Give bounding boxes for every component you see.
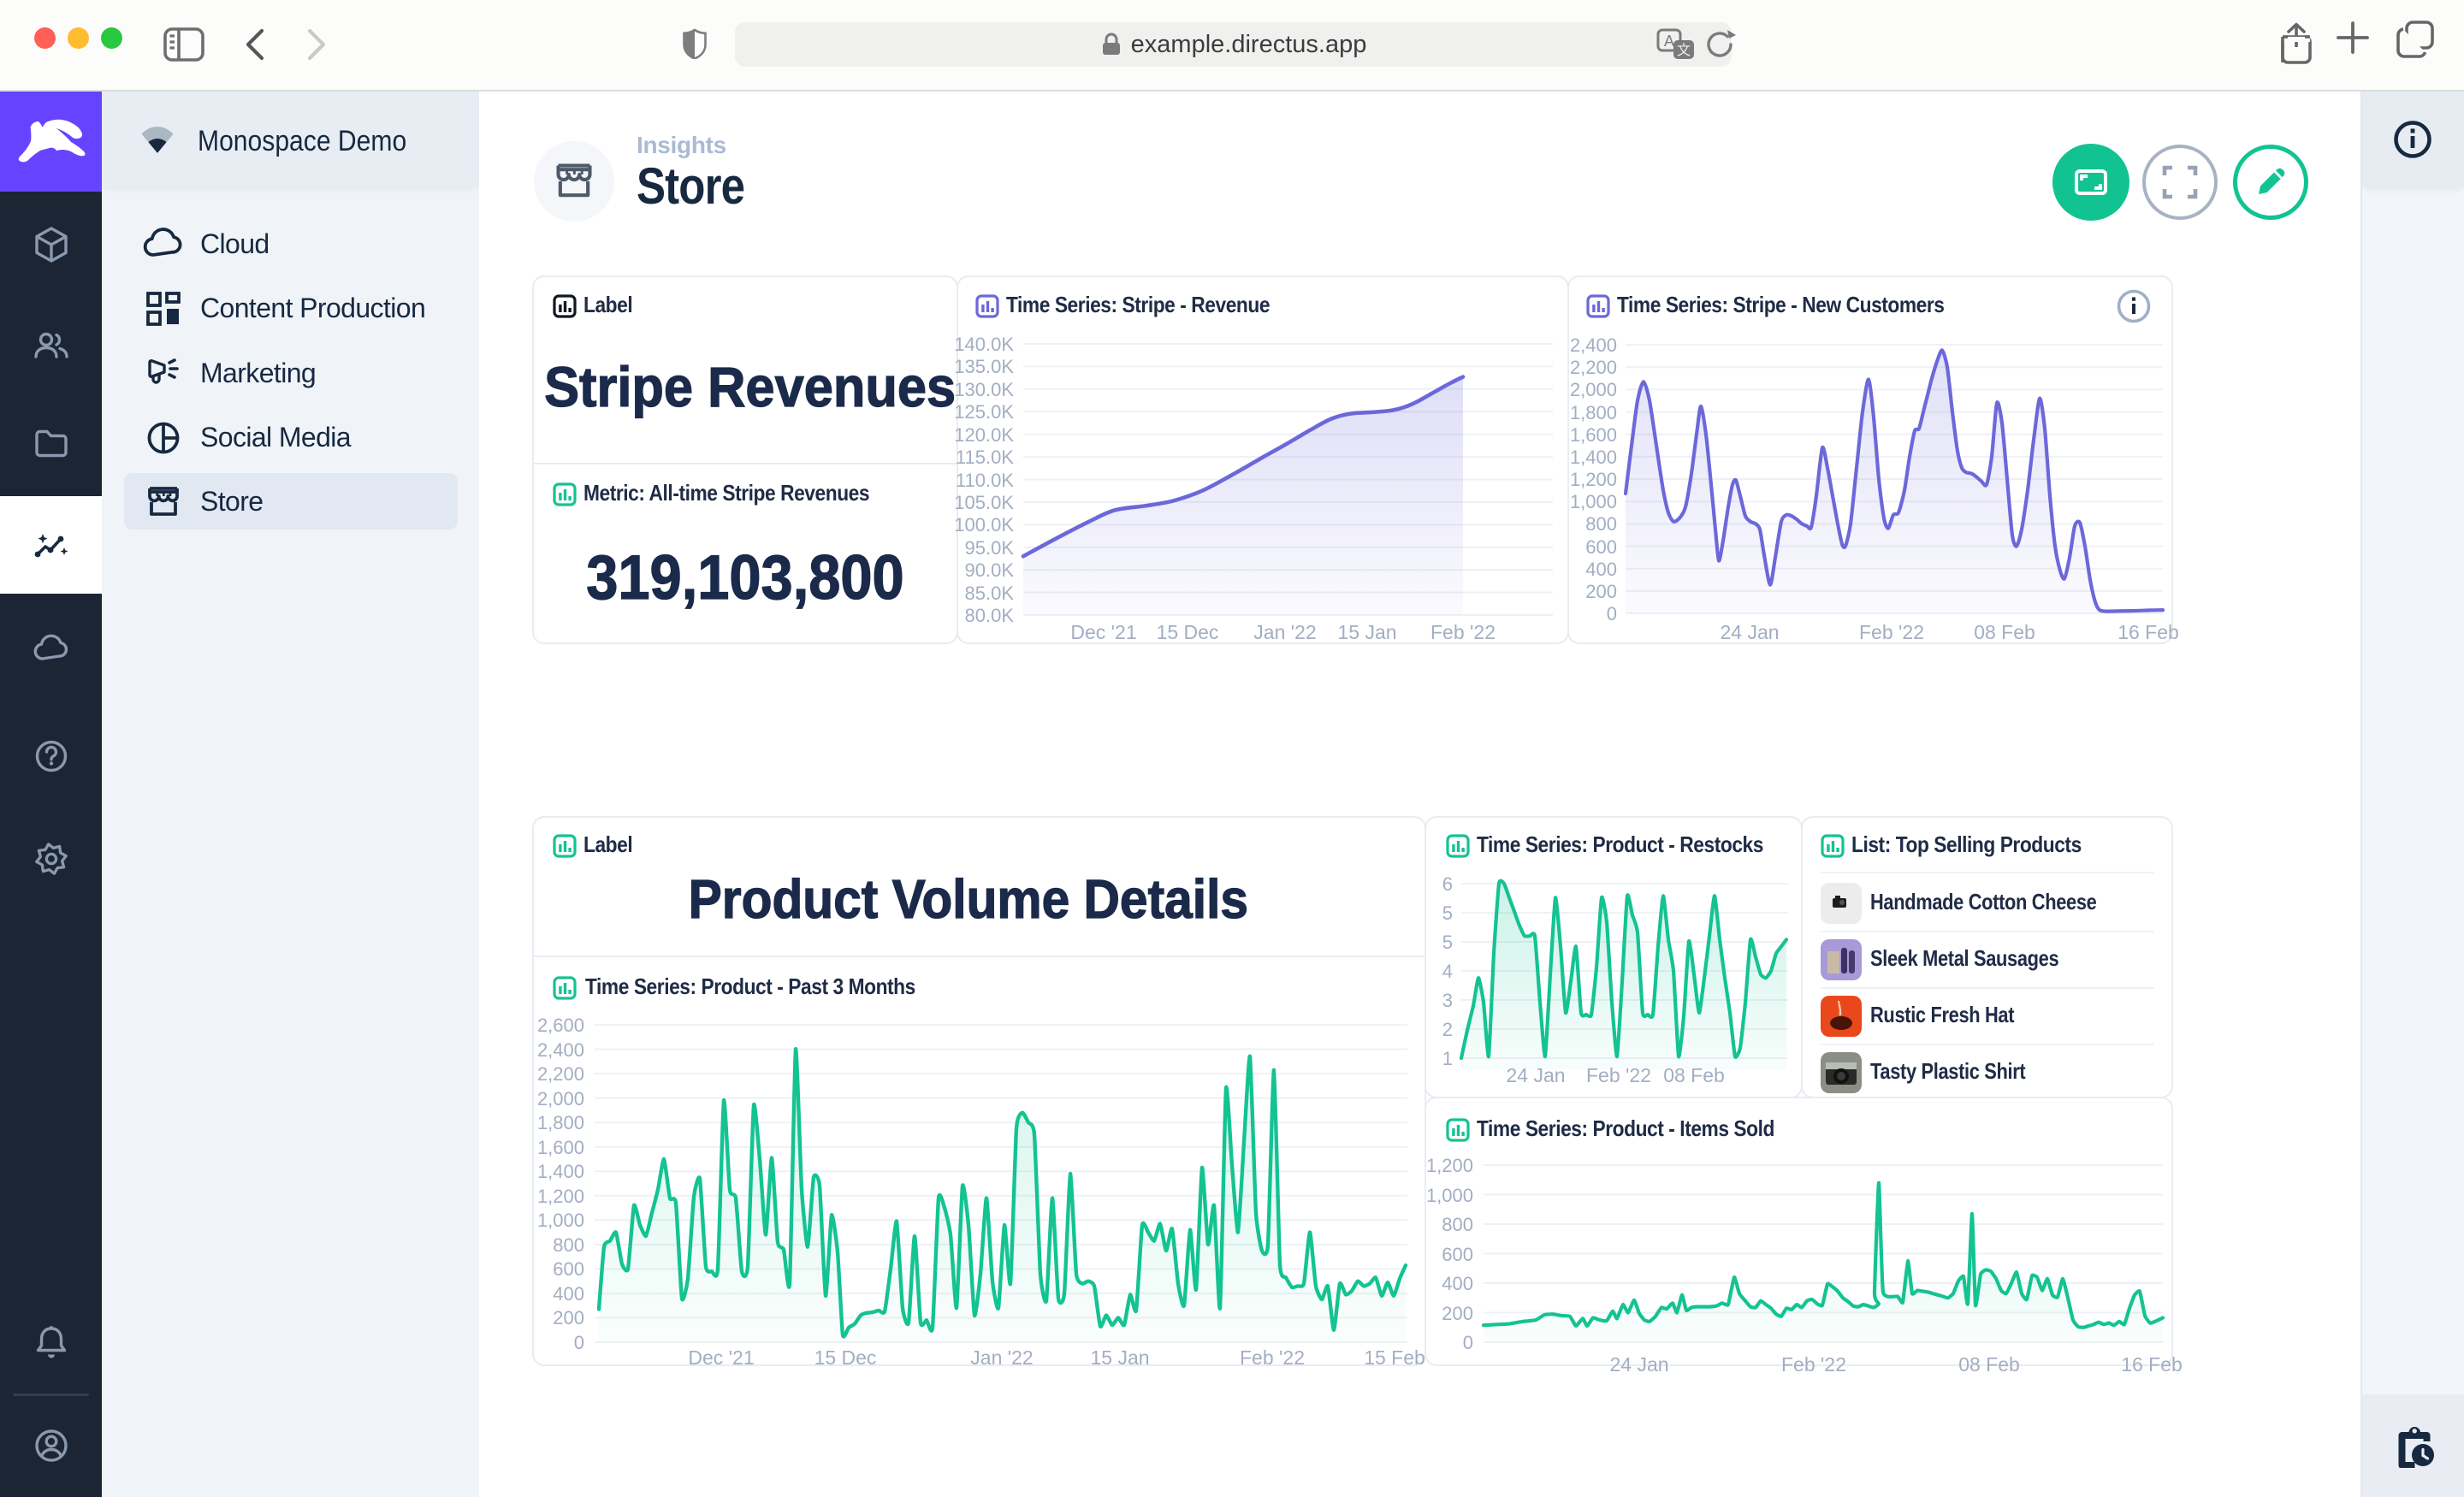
svg-text:A: A bbox=[1664, 33, 1674, 50]
svg-text:文: 文 bbox=[1677, 43, 1691, 58]
